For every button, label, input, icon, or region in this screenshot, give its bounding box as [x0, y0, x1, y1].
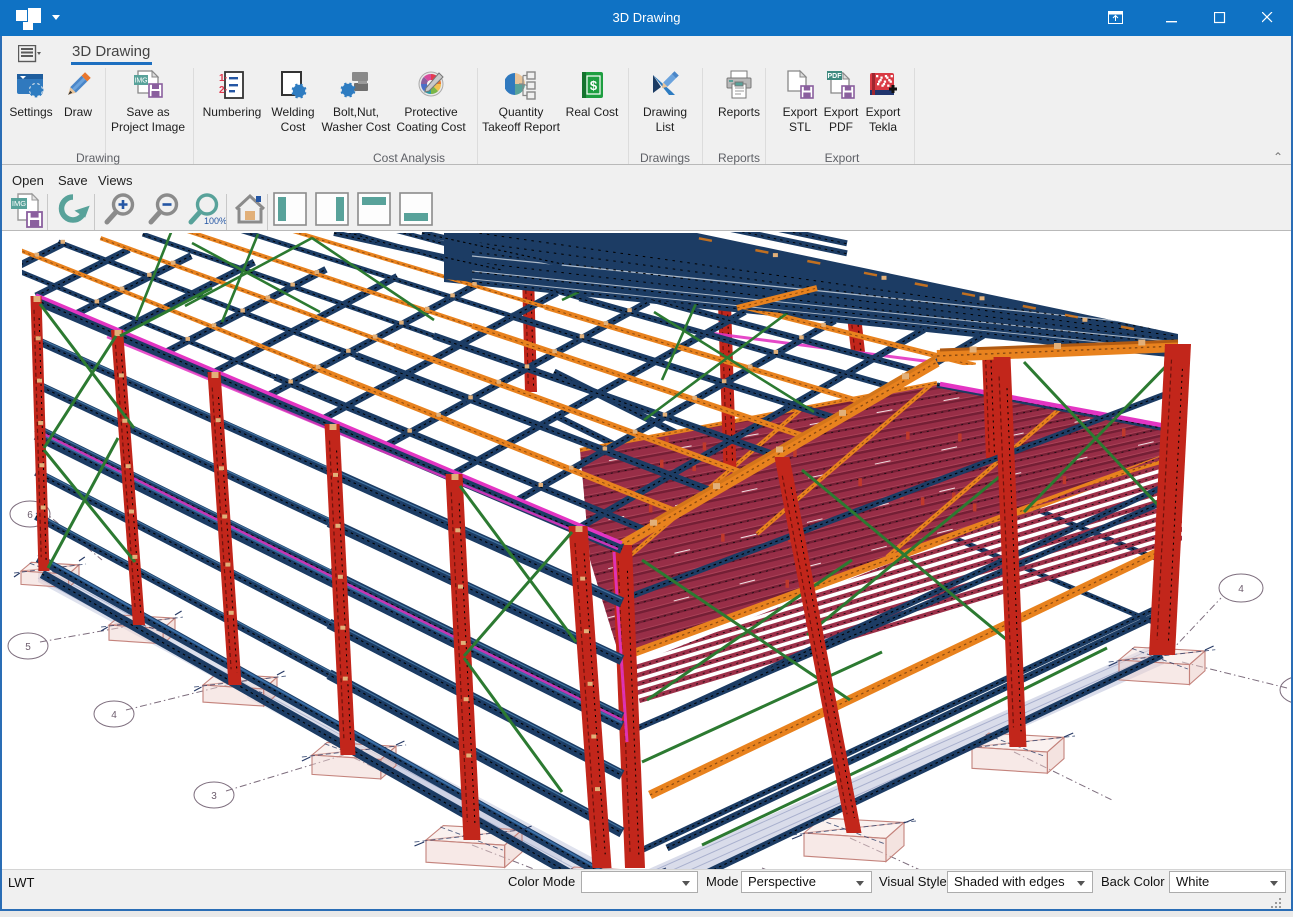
svg-text:6: 6 [27, 510, 33, 521]
svg-text:2·: 2· [219, 85, 228, 96]
svg-text:1·: 1· [219, 73, 228, 84]
svg-text:3: 3 [211, 791, 217, 802]
svg-text:4: 4 [111, 710, 117, 721]
svg-text:100%: 100% [204, 216, 227, 226]
svg-text:PDF: PDF [828, 73, 843, 80]
svg-text:4: 4 [1238, 584, 1244, 595]
svg-text:5: 5 [25, 642, 31, 653]
svg-text:IMG: IMG [134, 78, 147, 85]
svg-text:IMG: IMG [12, 199, 26, 208]
svg-text:$: $ [590, 78, 598, 93]
